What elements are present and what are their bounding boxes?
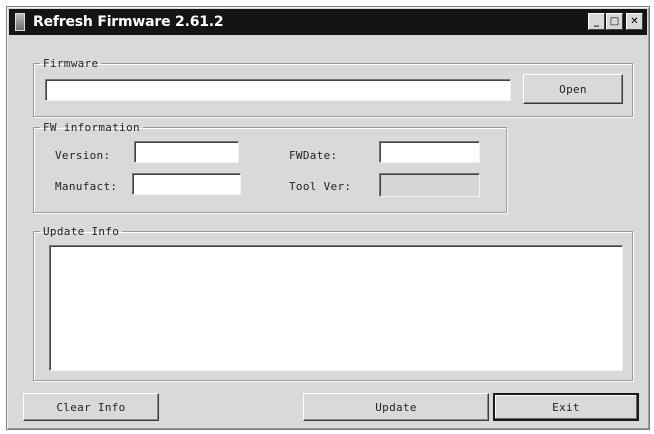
maximize-button[interactable]: □ [606, 13, 623, 30]
version-label: Version: [55, 149, 111, 162]
firmware-path-input[interactable] [45, 79, 511, 101]
clear-info-button[interactable]: Clear Info [23, 393, 159, 421]
tool-ver-field [379, 173, 480, 197]
manufact-label: Manufact: [55, 180, 118, 193]
fw-information-group-legend: FW information [43, 121, 140, 134]
main-window: Refresh Firmware 2.61.2 _ □ ✕ Firmware O… [6, 6, 650, 430]
update-button[interactable]: Update [303, 393, 489, 421]
fw-information-group: FW information [33, 121, 507, 213]
app-icon [15, 13, 25, 31]
window-title: Refresh Firmware 2.61.2 [33, 14, 224, 30]
update-info-group-legend: Update Info [43, 225, 120, 238]
firmware-group-legend: Firmware [43, 57, 99, 70]
fwdate-field[interactable] [379, 141, 480, 163]
manufact-field[interactable] [132, 173, 241, 195]
window-controls: _ □ ✕ [588, 13, 643, 30]
title-bar[interactable]: Refresh Firmware 2.61.2 _ □ ✕ [9, 9, 647, 35]
open-button[interactable]: Open [523, 74, 623, 104]
exit-button[interactable]: Exit [493, 393, 639, 421]
minimize-button[interactable]: _ [588, 13, 605, 30]
tool-ver-label: Tool Ver: [289, 180, 352, 193]
close-button[interactable]: ✕ [626, 13, 643, 30]
update-info-log[interactable] [49, 245, 623, 371]
version-field[interactable] [134, 141, 239, 163]
fwdate-label: FWDate: [289, 149, 338, 162]
